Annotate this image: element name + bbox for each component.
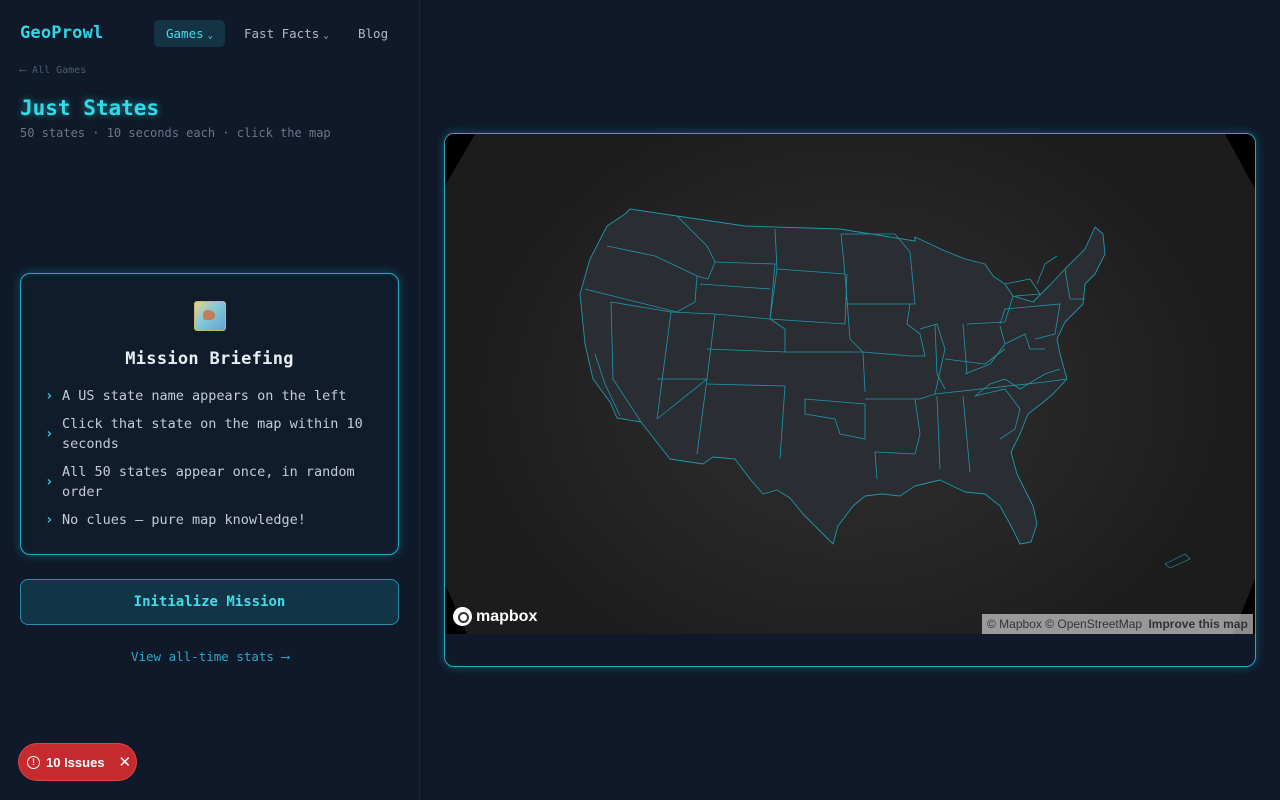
mapbox-logo[interactable]: mapbox bbox=[453, 607, 537, 626]
top-navigation: GeoProwl Games ⌄ Fast Facts ⌄ Blog bbox=[20, 20, 400, 48]
chevron-down-icon: ⌄ bbox=[323, 31, 329, 41]
nav-games-label: Games bbox=[166, 26, 204, 41]
us-states-map[interactable]: mapbox © Mapbox © OpenStreetMap Improve … bbox=[445, 134, 1255, 634]
list-item: › No clues — pure map knowledge! bbox=[45, 510, 380, 530]
view-stats-link[interactable]: View all-time stats ⟶ bbox=[0, 649, 420, 664]
list-item-text: Click that state on the map within 10 se… bbox=[62, 416, 363, 452]
list-item-text: All 50 states appear once, in random ord… bbox=[62, 464, 355, 500]
chevron-right-icon: › bbox=[45, 512, 54, 528]
improve-map-link[interactable]: Improve this map bbox=[1148, 617, 1247, 631]
map-svg bbox=[445, 134, 1255, 634]
briefing-title: Mission Briefing bbox=[125, 349, 294, 369]
list-item: › All 50 states appear once, in random or… bbox=[45, 462, 380, 502]
nav-blog-link[interactable]: Blog bbox=[346, 20, 400, 47]
list-item-text: A US state name appears on the left bbox=[62, 388, 347, 404]
us-outline bbox=[579, 208, 1106, 545]
list-item: › A US state name appears on the left bbox=[45, 386, 380, 406]
mission-briefing-card: Mission Briefing › A US state name appear… bbox=[20, 273, 399, 555]
nav-fast-facts-label: Fast Facts bbox=[244, 26, 320, 41]
list-item-text: No clues — pure map knowledge! bbox=[62, 512, 306, 528]
map-attribution: © Mapbox © OpenStreetMap Improve this ma… bbox=[982, 614, 1253, 634]
alert-circle-icon: ! bbox=[27, 755, 40, 769]
chevron-down-icon: ⌄ bbox=[207, 31, 214, 41]
page-subtitle: 50 states · 10 seconds each · click the … bbox=[20, 126, 331, 140]
issues-badge[interactable]: ! 10 Issues ✕ bbox=[19, 744, 136, 780]
brand-logo[interactable]: GeoProwl bbox=[20, 23, 103, 43]
mapbox-logo-text: mapbox bbox=[476, 607, 538, 625]
initialize-mission-button[interactable]: Initialize Mission bbox=[20, 579, 399, 625]
nav-fast-facts-dropdown[interactable]: Fast Facts ⌄ bbox=[232, 20, 341, 47]
sidebar: GeoProwl Games ⌄ Fast Facts ⌄ Blog ⟵ All G… bbox=[0, 0, 420, 800]
world-map-icon bbox=[194, 301, 226, 331]
map-corner bbox=[1225, 134, 1255, 189]
map-panel: mapbox © Mapbox © OpenStreetMap Improve … bbox=[444, 133, 1256, 667]
chevron-right-icon: › bbox=[45, 388, 54, 404]
chevron-right-icon: › bbox=[45, 426, 54, 442]
list-item: › Click that state on the map within 10 s… bbox=[45, 414, 380, 454]
issues-label: 10 Issues bbox=[46, 754, 105, 770]
page-title: Just States bbox=[20, 96, 160, 120]
map-corner bbox=[445, 134, 475, 186]
nav-games-dropdown[interactable]: Games ⌄ bbox=[154, 20, 226, 47]
back-to-all-games-link[interactable]: ⟵ All Games bbox=[20, 65, 86, 76]
chevron-right-icon: › bbox=[45, 474, 54, 490]
attribution-text[interactable]: © Mapbox © OpenStreetMap bbox=[987, 617, 1142, 631]
islands bbox=[1164, 553, 1191, 569]
mapbox-icon bbox=[453, 607, 472, 626]
close-icon[interactable]: ✕ bbox=[119, 753, 132, 771]
briefing-list: › A US state name appears on the left › Cl… bbox=[45, 386, 380, 538]
